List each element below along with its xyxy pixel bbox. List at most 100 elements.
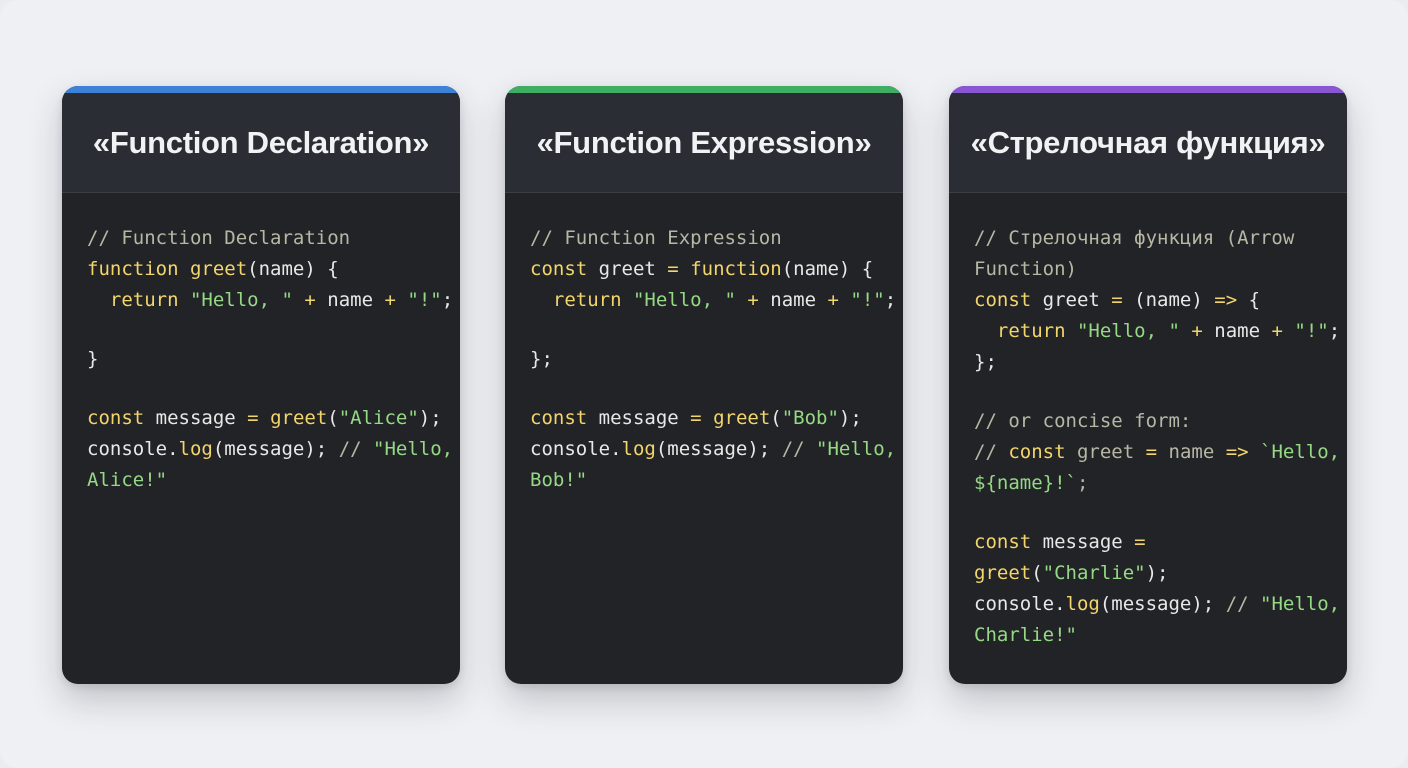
code-token: // [338, 438, 374, 460]
card-header: «Стрелочная функция» [949, 93, 1347, 193]
code-token: name [1202, 320, 1272, 342]
card-function-declaration: «Function Declaration» // Function Decla… [62, 86, 460, 684]
code-token: log [178, 438, 213, 460]
code-token: Alice!" [87, 469, 168, 491]
card-title: «Стрелочная функция» [970, 124, 1326, 160]
code-line: // Function Declaration [87, 223, 446, 254]
code-token: ( [770, 407, 782, 429]
code-token: ${name}!` [974, 472, 1077, 494]
code-token: ; [1076, 472, 1089, 494]
code-token: ; [1328, 320, 1341, 342]
card-title: «Function Declaration» [92, 124, 430, 160]
canvas: «Function Declaration» // Function Decla… [0, 0, 1408, 768]
code-token: console. [974, 593, 1066, 615]
code-token: "Hello, " [189, 289, 293, 311]
code-token: // [974, 441, 1009, 463]
code-token: ; [441, 289, 454, 311]
code-token: // or concise form: [974, 410, 1192, 432]
code-token: = [247, 407, 259, 429]
card-arrow-function: «Стрелочная функция» // Стрелочная функц… [949, 86, 1347, 684]
code-line: return "Hello, " + name + "!"; [530, 285, 896, 316]
code-line: // or concise form: [974, 406, 1333, 437]
code-token: greet [189, 258, 248, 280]
code-token: greet [1031, 289, 1112, 311]
code-token: "Hello, " [1076, 320, 1180, 342]
code-token: = [1134, 531, 1146, 553]
code-token: "Hello, [373, 438, 454, 460]
code-token: log [1065, 593, 1100, 615]
code-token: "Hello, [816, 438, 897, 460]
code-token: const [1008, 441, 1066, 463]
code-token: => [1214, 289, 1238, 311]
code-token: const [530, 258, 588, 280]
code-token: = [690, 407, 702, 429]
code-line: // Function Expression [530, 223, 889, 254]
card-header: «Function Expression» [505, 93, 903, 193]
code-token: + [1191, 320, 1203, 342]
code-token: = [667, 258, 679, 280]
code-line: ${name}!`; [974, 468, 1333, 499]
code-token: const [974, 531, 1032, 553]
code-token: Bob!" [530, 469, 588, 491]
code-token: Charlie!" [974, 624, 1077, 646]
code-token: (name) [1122, 289, 1215, 311]
code-token: "Alice" [338, 407, 419, 429]
code-token: console. [530, 438, 622, 460]
code-token: function [87, 258, 179, 280]
code-line: const message = greet("Alice"); [87, 403, 446, 434]
code-token: return [996, 320, 1066, 342]
code-line: const greet = (name) => { [974, 285, 1333, 316]
code-token: return [109, 289, 179, 311]
code-token: => [1225, 441, 1249, 463]
code-token: ); [1145, 562, 1169, 584]
code-token: ( [327, 407, 339, 429]
code-block: // Стрелочная функция (Arrow Function) con… [974, 223, 1340, 651]
code-line: }; [530, 344, 889, 375]
code-token: "Hello, [1260, 593, 1341, 615]
code-line: return "Hello, " + name + "!"; [87, 285, 453, 316]
code-line: greet("Charlie"); [974, 558, 1333, 589]
code-token: greet [974, 562, 1032, 584]
code-line: console.log(message); // "Hello, [530, 434, 896, 465]
code-token: (message); [1099, 593, 1226, 615]
card-accent-bar [62, 86, 460, 93]
code-block: // Function Declaration function greet ( na… [87, 223, 453, 496]
code-token: + [747, 289, 759, 311]
code-token: message [587, 407, 691, 429]
card-function-expression: «Function Expression» // Function Expres… [505, 86, 903, 684]
code-token: Function) [974, 258, 1077, 280]
code-token: name [315, 289, 385, 311]
card-title: «Function Expression» [536, 124, 872, 160]
code-token: + [384, 289, 396, 311]
code-token: "Hello, " [632, 289, 736, 311]
code-line: const message = greet("Bob"); [530, 403, 889, 434]
code-line: const message = [974, 527, 1333, 558]
code-token: name [758, 289, 828, 311]
code-line: // const greet = name => `Hello, [974, 437, 1340, 468]
code-token: function [690, 258, 782, 280]
code-token: ); [418, 407, 442, 429]
code-token: // Function Expression [530, 227, 782, 249]
code-line: } [87, 344, 446, 375]
code-line: }; [974, 347, 1333, 378]
code-token: message [144, 407, 248, 429]
code-token: // Стрелочная функция (Arrow [974, 227, 1295, 249]
code-token: ; [884, 289, 897, 311]
card-accent-bar [505, 86, 903, 93]
